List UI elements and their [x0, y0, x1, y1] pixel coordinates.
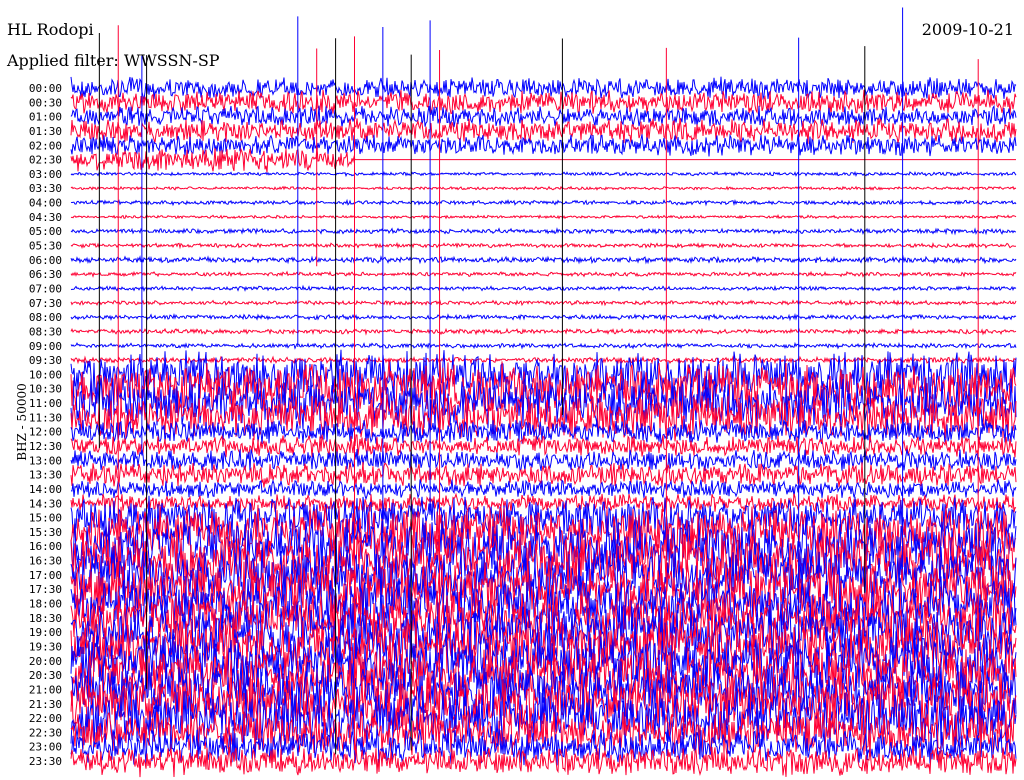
row-time-label: 14:30	[29, 497, 62, 510]
row-time-label: 03:00	[29, 168, 62, 181]
row-time-label: 10:30	[29, 383, 62, 396]
row-time-label: 16:00	[29, 540, 62, 553]
row-time-label: 13:00	[29, 454, 62, 467]
trace-0800	[70, 312, 1017, 322]
row-time-label: 04:30	[29, 211, 62, 224]
row-time-label: 18:00	[29, 598, 62, 611]
row-time-label: 12:00	[29, 426, 62, 439]
trace-0330	[70, 185, 1017, 191]
row-time-label: 07:00	[29, 282, 62, 295]
row-time-label: 17:30	[29, 583, 62, 596]
row-time-label: 19:30	[29, 640, 62, 653]
row-time-label: 19:00	[29, 626, 62, 639]
row-time-label: 02:30	[29, 154, 62, 167]
row-time-label: 23:30	[29, 755, 62, 768]
trace-0630	[70, 270, 1017, 278]
trace-0730	[70, 299, 1017, 307]
trace-0430	[70, 214, 1017, 220]
row-time-label: 11:00	[29, 397, 62, 410]
row-time-label: 00:00	[29, 82, 62, 95]
row-time-label: 01:30	[29, 125, 62, 138]
row-time-label: 07:30	[29, 297, 62, 310]
row-time-label: 18:30	[29, 612, 62, 625]
row-time-label: 08:00	[29, 311, 62, 324]
row-time-label: 20:30	[29, 669, 62, 682]
row-time-label: 23:00	[29, 741, 62, 754]
row-time-label: 17:00	[29, 569, 62, 582]
row-time-label: 06:30	[29, 268, 62, 281]
row-time-label: 08:30	[29, 325, 62, 338]
trace-1430	[70, 492, 1017, 513]
row-time-label: 15:00	[29, 512, 62, 525]
row-time-label: 22:00	[29, 712, 62, 725]
row-time-label: 22:30	[29, 726, 62, 739]
row-time-label: 11:30	[29, 411, 62, 424]
trace-0930	[70, 355, 1017, 366]
row-time-label: 02:00	[29, 139, 62, 152]
row-time-label: 21:30	[29, 698, 62, 711]
row-time-label: 09:30	[29, 354, 62, 367]
row-time-label: 15:30	[29, 526, 62, 539]
row-time-label: 01:00	[29, 111, 62, 124]
row-time-label: 03:30	[29, 182, 62, 195]
row-time-label: 09:00	[29, 340, 62, 353]
row-time-label: 13:30	[29, 469, 62, 482]
row-time-label: 04:00	[29, 197, 62, 210]
trace-1200	[70, 418, 1017, 445]
trace-0500	[70, 227, 1017, 236]
row-time-label: 10:00	[29, 368, 62, 381]
trace-0900	[70, 341, 1017, 350]
row-time-label: 14:00	[29, 483, 62, 496]
trace-0700	[70, 284, 1017, 292]
row-time-label: 05:00	[29, 225, 62, 238]
trace-1230	[70, 434, 1017, 458]
trace-0400	[70, 198, 1017, 207]
trace-0600	[70, 254, 1017, 265]
row-time-label: 06:00	[29, 254, 62, 267]
helicorder-plot: 00:0000:30 01:0001:3002:00 02:3003:0003:30…	[29, 7, 1017, 778]
row-time-label: 05:30	[29, 240, 62, 253]
row-time-label: 00:30	[29, 96, 62, 109]
row-time-label: 12:30	[29, 440, 62, 453]
trace-0000	[70, 76, 1017, 101]
trace-0530	[70, 241, 1016, 250]
row-time-label: 20:00	[29, 655, 62, 668]
row-time-label: 21:00	[29, 683, 62, 696]
row-time-label: 16:30	[29, 555, 62, 568]
trace-0830	[70, 327, 1017, 336]
trace-0300	[70, 170, 1017, 178]
